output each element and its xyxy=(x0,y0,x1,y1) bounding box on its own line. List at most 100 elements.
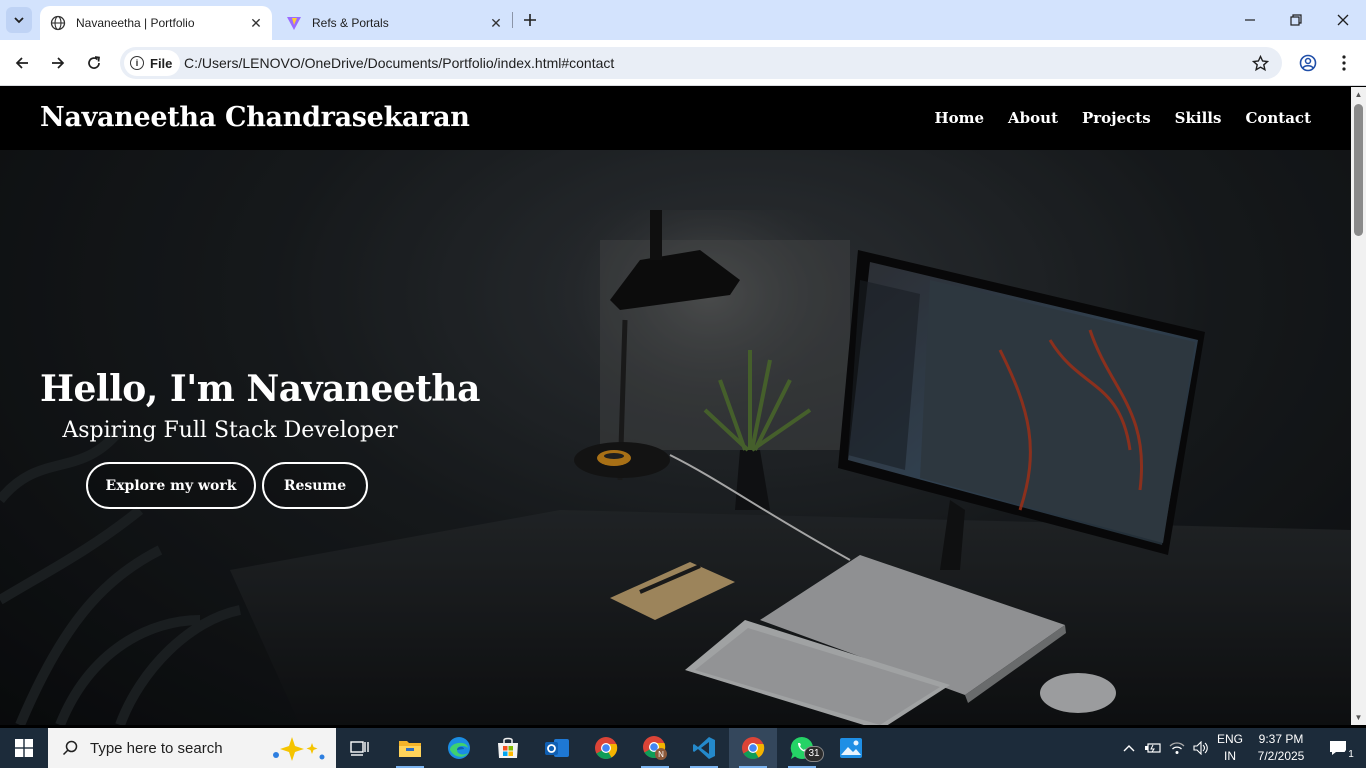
chevron-down-icon xyxy=(14,17,24,24)
scroll-down-arrow[interactable]: ▼ xyxy=(1354,713,1363,722)
start-button[interactable] xyxy=(0,728,48,768)
tab-title: Refs & Portals xyxy=(312,16,389,30)
minimize-icon xyxy=(1245,19,1255,21)
menu-button[interactable] xyxy=(1330,49,1358,77)
scroll-up-arrow[interactable]: ▲ xyxy=(1354,90,1363,99)
site-info-chip[interactable]: i File xyxy=(124,50,181,76)
nav-skills-link[interactable]: Skills xyxy=(1175,109,1222,127)
nav-home-link[interactable]: Home xyxy=(934,109,984,127)
explore-work-button[interactable]: Explore my work xyxy=(86,462,256,509)
folder-icon xyxy=(399,741,421,757)
whatsapp-button[interactable]: 31 xyxy=(778,728,826,768)
reload-button[interactable] xyxy=(80,49,108,77)
profile-button[interactable] xyxy=(1294,49,1322,77)
hero-buttons: Explore my work Resume xyxy=(86,462,368,509)
url-text[interactable]: C:/Users/LENOVO/OneDrive/Documents/Portf… xyxy=(184,47,614,79)
outlook-icon xyxy=(545,739,569,757)
close-window-button[interactable] xyxy=(1320,0,1366,40)
chrome-icon xyxy=(742,737,765,759)
close-icon xyxy=(1337,14,1349,26)
windows-logo-icon xyxy=(15,739,33,757)
hero-section: Hello, I'm Navaneetha Aspiring Full Stac… xyxy=(0,150,1351,725)
language-code: ENG xyxy=(1216,732,1243,746)
reload-icon xyxy=(88,56,100,69)
wifi-icon xyxy=(1169,742,1185,754)
close-tab-icon[interactable]: ✕ xyxy=(246,13,266,33)
search-icon xyxy=(62,740,78,756)
vscode-button[interactable] xyxy=(680,728,728,768)
vscode-icon xyxy=(693,737,715,759)
globe-icon xyxy=(50,15,66,31)
clock-time: 9:37 PM xyxy=(1258,732,1304,746)
outlook-button[interactable] xyxy=(533,728,581,768)
clock-date: 7/2/2025 xyxy=(1257,749,1305,763)
hero-subtitle: Aspiring Full Stack Developer xyxy=(62,418,398,443)
show-hidden-icons-button[interactable] xyxy=(1118,728,1140,768)
hero-title: Hello, I'm Navaneetha xyxy=(40,368,480,410)
tab-divider xyxy=(512,12,513,28)
new-tab-button[interactable] xyxy=(518,8,542,32)
scroll-thumb[interactable] xyxy=(1354,104,1363,236)
copilot-sparkle-icon xyxy=(273,737,325,761)
chrome-button[interactable] xyxy=(582,728,630,768)
search-placeholder: Type here to search xyxy=(90,739,223,757)
plus-icon xyxy=(524,14,536,26)
restore-icon xyxy=(1290,14,1302,26)
taskbar-clock[interactable]: 9:37 PM 7/2/2025 xyxy=(1252,731,1310,765)
region-code: IN xyxy=(1224,749,1236,763)
hero-text-block: Hello, I'm Navaneetha Aspiring Full Stac… xyxy=(40,368,480,443)
tab-title: Navaneetha | Portfolio xyxy=(76,16,195,30)
tab-refs-portals[interactable]: Refs & Portals ✕ xyxy=(276,6,512,40)
nav-about-link[interactable]: About xyxy=(1008,109,1058,127)
network-status[interactable] xyxy=(1166,728,1188,768)
notification-count-badge: 1 xyxy=(1344,748,1358,762)
back-button[interactable] xyxy=(8,49,36,77)
address-bar[interactable]: i File C:/Users/LENOVO/OneDrive/Document… xyxy=(120,47,1282,79)
site-brand[interactable]: Navaneetha Chandrasekaran xyxy=(40,102,470,133)
whatsapp-unread-badge: 31 xyxy=(804,746,824,762)
photos-icon xyxy=(840,738,862,758)
taskbar-search-box[interactable]: Type here to search xyxy=(48,728,336,768)
nav-contact-link[interactable]: Contact xyxy=(1245,109,1311,127)
chrome-profile-icon: N xyxy=(643,736,667,760)
account-circle-icon xyxy=(1299,54,1317,72)
more-vertical-icon xyxy=(1342,55,1346,71)
page-scrollbar[interactable]: ▲ ▼ xyxy=(1351,87,1366,725)
task-view-button[interactable] xyxy=(336,728,384,768)
restore-button[interactable] xyxy=(1273,0,1319,40)
close-tab-icon[interactable]: ✕ xyxy=(486,13,506,33)
microsoft-store-icon xyxy=(498,737,518,758)
photos-button[interactable] xyxy=(827,728,875,768)
site-nav-links: Home About Projects Skills Contact xyxy=(934,109,1311,127)
tab-search-button[interactable] xyxy=(6,7,32,33)
volume-control[interactable] xyxy=(1190,728,1212,768)
arrow-left-icon xyxy=(15,57,28,69)
speaker-icon xyxy=(1193,741,1208,755)
file-explorer-button[interactable] xyxy=(386,728,434,768)
notification-center-button[interactable]: 1 xyxy=(1318,728,1358,768)
vite-logo-icon xyxy=(286,15,302,31)
site-info-label: File xyxy=(150,55,173,71)
bookmark-star-button[interactable] xyxy=(1250,53,1270,73)
chrome-icon xyxy=(595,737,618,759)
battery-status[interactable] xyxy=(1142,728,1164,768)
star-icon xyxy=(1251,54,1269,71)
browser-toolbar: i File C:/Users/LENOVO/OneDrive/Document… xyxy=(0,40,1366,86)
browser-tab-strip: Navaneetha | Portfolio ✕ Refs & Portals … xyxy=(0,0,1366,40)
store-button[interactable] xyxy=(484,728,532,768)
resume-button[interactable]: Resume xyxy=(262,462,368,509)
minimize-button[interactable] xyxy=(1227,0,1273,40)
windows-taskbar: Type here to search N 31 ENG IN 9:37 PM … xyxy=(0,728,1366,768)
chrome-active-button[interactable] xyxy=(729,728,777,768)
chrome-profile-button[interactable]: N xyxy=(631,728,679,768)
tab-portfolio[interactable]: Navaneetha | Portfolio ✕ xyxy=(40,6,272,40)
arrow-right-icon xyxy=(52,57,65,69)
edge-button[interactable] xyxy=(435,728,483,768)
battery-icon xyxy=(1145,743,1161,753)
nav-projects-link[interactable]: Projects xyxy=(1082,109,1151,127)
forward-button[interactable] xyxy=(44,49,72,77)
info-icon: i xyxy=(130,56,144,70)
chevron-up-icon xyxy=(1123,745,1135,752)
svg-text:N: N xyxy=(658,750,664,759)
input-language-indicator[interactable]: ENG IN xyxy=(1214,731,1246,765)
